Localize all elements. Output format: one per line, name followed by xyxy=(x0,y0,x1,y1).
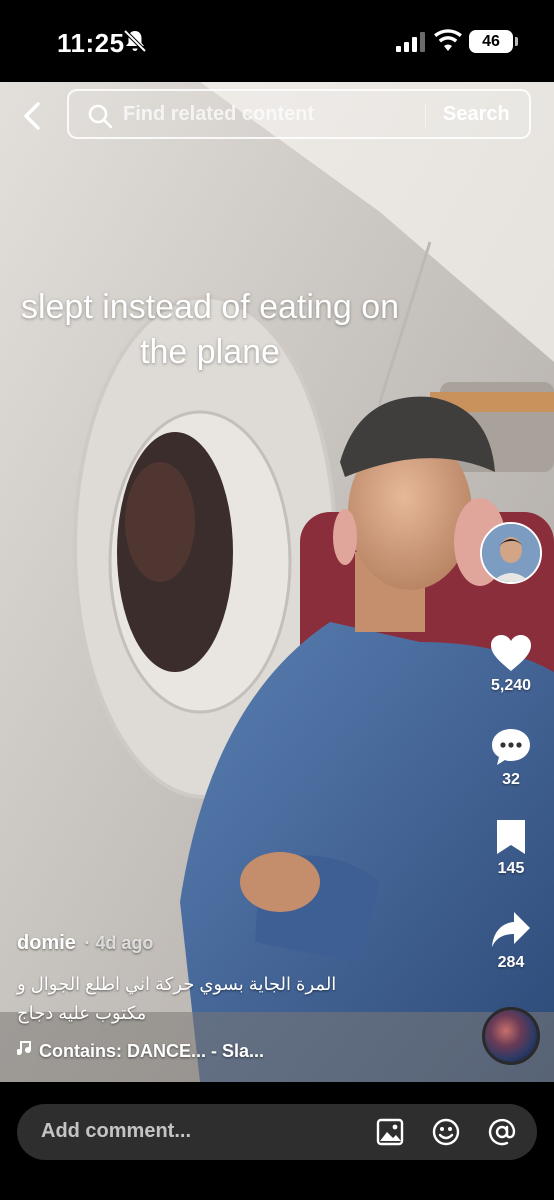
search-input[interactable]: Find related content xyxy=(123,103,314,126)
cellular-signal-icon xyxy=(396,32,425,52)
share-count: 284 xyxy=(497,954,525,971)
comment-input[interactable]: Add comment... xyxy=(17,1104,537,1160)
search-button[interactable]: Search xyxy=(443,103,510,126)
save-button[interactable]: 145 xyxy=(476,818,546,878)
like-count: 5,240 xyxy=(490,677,532,694)
comment-icon xyxy=(492,729,530,765)
wifi-icon xyxy=(434,29,462,51)
search-divider xyxy=(425,103,426,127)
back-icon[interactable] xyxy=(14,98,50,134)
comment-count: 32 xyxy=(502,771,520,788)
search-bar[interactable]: Find related content Search xyxy=(67,89,531,139)
silent-bell-icon xyxy=(123,29,147,53)
music-title: Contains: DANCE... - Sla... xyxy=(39,1041,265,1061)
bookmark-icon xyxy=(497,820,525,854)
heart-icon xyxy=(491,635,531,671)
search-icon xyxy=(88,104,113,129)
post-time: · 4d ago xyxy=(84,933,154,953)
comment-bar: Add comment... xyxy=(0,1082,554,1200)
share-button[interactable]: 284 xyxy=(476,910,546,972)
post-description[interactable]: المرة الجاية بسوي حركة اني اطلع الجوال و… xyxy=(17,970,382,1028)
avatar-image xyxy=(482,524,540,582)
sound-disc[interactable] xyxy=(482,1007,540,1065)
video-caption-overlay: slept instead of eating on the plane xyxy=(20,288,400,371)
status-time: 11:25 xyxy=(57,28,125,58)
comment-placeholder: Add comment... xyxy=(41,1120,192,1142)
music-note-icon xyxy=(17,1041,32,1055)
at-icon[interactable] xyxy=(487,1117,517,1147)
status-bar: 11:25 46 xyxy=(0,0,554,82)
author-name[interactable]: domie xyxy=(17,932,76,954)
emoji-icon[interactable] xyxy=(431,1117,461,1147)
like-button[interactable]: 5,240 xyxy=(476,633,546,695)
music-link[interactable]: Contains: DANCE... - Sla... xyxy=(17,1039,264,1062)
save-count: 145 xyxy=(497,860,525,877)
comment-button[interactable]: 32 xyxy=(476,727,546,789)
image-icon[interactable] xyxy=(375,1117,405,1147)
author-line: domie · 4d ago xyxy=(17,932,153,955)
creator-avatar[interactable] xyxy=(480,522,542,584)
share-icon xyxy=(492,912,530,947)
battery-indicator: 46 xyxy=(469,30,518,53)
